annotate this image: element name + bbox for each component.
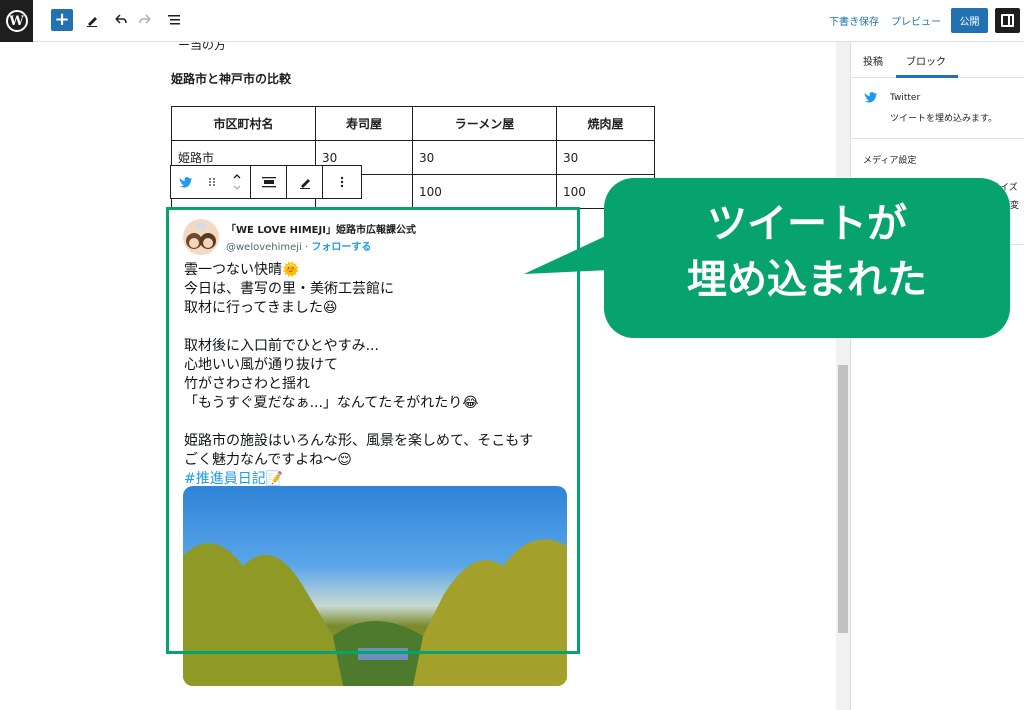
cut-off-text: ー当の方 [178,42,227,52]
block-title: Twitter [890,93,921,103]
pencil-icon [299,179,310,189]
add-block-button[interactable]: + [51,9,73,31]
block-description: ツイートを埋め込みます。 [890,114,998,124]
settings-sidebar: 投稿 ブロック Twitter ツイートを埋め込みます。 メディア設定 サイズ … [850,42,1024,710]
undo-icon [115,14,127,24]
twitter-icon [864,92,877,103]
sidebar-tabs: 投稿 ブロック [851,42,1024,78]
scrollbar-thumb[interactable] [838,365,848,633]
active-tab-indicator [896,75,958,78]
block-toolbar [170,165,362,199]
publish-button[interactable]: 公開 [951,8,988,33]
move-up-down-icon[interactable] [232,172,242,192]
callout-line: 埋め込まれた [687,257,927,303]
tab-block[interactable]: ブロック [906,53,946,68]
table-header-cell[interactable]: ラーメン屋 [412,106,557,141]
align-button[interactable] [251,166,287,198]
twitter-icon [178,177,192,188]
tweet-highlight-frame [166,207,580,654]
sidebar-icon [1001,14,1014,27]
media-settings-title[interactable]: メディア設定 [863,153,916,166]
more-vertical-icon [340,176,344,188]
tab-post[interactable]: 投稿 [863,53,883,68]
table-header-cell[interactable]: 寿司屋 [315,106,413,141]
edit-tool-button[interactable] [80,8,104,32]
block-type-switcher[interactable] [171,166,251,198]
redo-button[interactable] [134,8,158,32]
table-cell[interactable]: 30 [412,140,557,175]
table-header-cell[interactable]: 焼肉屋 [556,106,655,141]
preview-button[interactable]: プレビュー [891,13,941,28]
table-cell[interactable]: 30 [556,140,655,175]
block-card: Twitter ツイートを埋め込みます。 [851,79,1024,139]
list-view-icon [168,15,180,25]
undo-button[interactable] [108,8,132,32]
callout-line: ツイートが [707,201,907,247]
table-header-cell[interactable]: 市区町村名 [171,106,316,141]
wordpress-icon: W [5,10,28,32]
redo-icon [139,14,151,24]
save-draft-button[interactable]: 下書き保存 [829,13,879,28]
document-overview-button[interactable] [162,8,186,32]
pencil-icon [87,17,97,27]
align-wide-icon [261,177,276,188]
content-heading[interactable]: 姫路市と神戸市の比較 [171,70,291,87]
table-header-row: 市区町村名 寿司屋 ラーメン屋 焼肉屋 [171,106,655,141]
wordpress-logo[interactable]: W [0,0,33,42]
edit-url-button[interactable] [287,166,323,198]
drag-handle-icon[interactable] [208,176,216,188]
annotation-callout: ツイートが 埋め込まれた [604,178,1010,338]
table-cell[interactable]: 100 [412,174,557,209]
more-options-button[interactable] [323,166,361,198]
editor-toolbar: W + 下書き保存 プレビュー 公開 [0,0,1024,42]
settings-toggle-button[interactable] [995,8,1020,33]
